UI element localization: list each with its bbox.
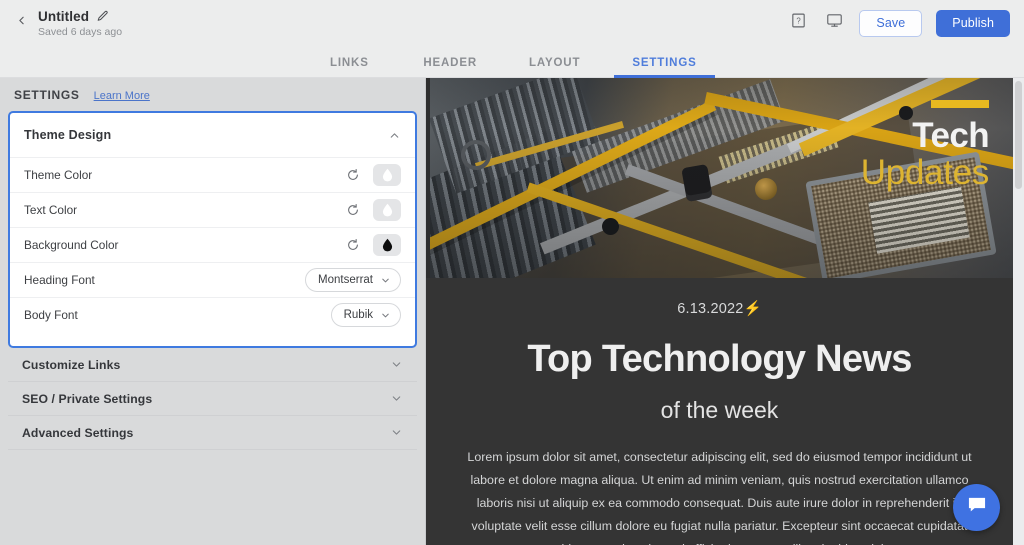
row-background-color: Background Color	[10, 227, 415, 262]
page-title: Untitled	[38, 9, 89, 24]
section-title: Advanced Settings	[22, 426, 133, 440]
hero-brand-block: Tech Updates	[861, 100, 989, 193]
brand-line-tech: Tech	[861, 118, 989, 153]
svg-text:?: ?	[796, 16, 801, 25]
background-color-label: Background Color	[24, 238, 118, 252]
chevron-down-icon	[380, 275, 391, 286]
row-body-font: Body Font Rubik	[10, 297, 415, 332]
section-advanced-settings[interactable]: Advanced Settings	[8, 416, 417, 450]
chevron-down-icon[interactable]	[390, 392, 403, 405]
article-date: 6.13.2022⚡	[456, 300, 983, 317]
article-headline: Top Technology News	[456, 339, 983, 381]
theme-color-swatch[interactable]	[373, 164, 401, 186]
theme-design-card: Theme Design Theme Color	[8, 111, 417, 348]
chevron-down-icon[interactable]	[390, 426, 403, 439]
brand-line-updates: Updates	[861, 153, 989, 193]
theme-color-label: Theme Color	[24, 168, 92, 182]
body-font-value: Rubik	[344, 309, 373, 321]
droplet-icon	[381, 203, 394, 217]
top-bar-actions: ? Save Publish	[787, 10, 1010, 37]
question-mark-icon: ?	[790, 12, 807, 34]
hero-left-edge	[426, 78, 430, 278]
body-font-select[interactable]: Rubik	[331, 303, 401, 327]
section-customize-links[interactable]: Customize Links	[8, 348, 417, 382]
main-tabs: LINKS HEADER LAYOUT SETTINGS	[0, 46, 1024, 78]
preview-content: Tech Updates 6.13.2022⚡ Top Technology N…	[426, 78, 1013, 545]
theme-design-title: Theme Design	[24, 128, 111, 142]
reset-icon[interactable]	[346, 203, 360, 217]
section-title: Customize Links	[22, 358, 120, 372]
text-color-label: Text Color	[24, 203, 77, 217]
chevron-down-icon[interactable]	[390, 358, 403, 371]
settings-header: SETTINGS Learn More	[8, 88, 417, 111]
settings-heading: SETTINGS	[14, 88, 80, 102]
saved-status: Saved 6 days ago	[38, 26, 122, 38]
tab-settings[interactable]: SETTINGS	[606, 57, 722, 78]
collapsed-sections: Customize Links SEO / Private Settings A…	[8, 348, 417, 450]
accent-bar	[931, 100, 989, 108]
back-button[interactable]	[8, 10, 34, 36]
help-button[interactable]: ?	[787, 12, 809, 34]
heading-font-value: Montserrat	[318, 274, 373, 286]
article-body-text: Lorem ipsum dolor sit amet, consectetur …	[460, 446, 980, 545]
publish-button[interactable]: Publish	[936, 10, 1010, 37]
tab-layout[interactable]: LAYOUT	[503, 57, 606, 78]
body-font-label: Body Font	[24, 308, 78, 322]
app-root: Untitled Saved 6 days ago ? Save Publish	[0, 0, 1024, 545]
reset-icon[interactable]	[346, 238, 360, 252]
background-color-swatch[interactable]	[373, 234, 401, 256]
row-theme-color: Theme Color	[10, 157, 415, 192]
section-seo-private-settings[interactable]: SEO / Private Settings	[8, 382, 417, 416]
heading-font-label: Heading Font	[24, 273, 95, 287]
hero-banner: Tech Updates	[426, 78, 1013, 278]
article-subhead: of the week	[456, 397, 983, 424]
heading-font-select[interactable]: Montserrat	[305, 268, 401, 292]
row-heading-font: Heading Font Montserrat	[10, 262, 415, 297]
theme-design-header[interactable]: Theme Design	[10, 113, 415, 157]
chat-support-button[interactable]	[953, 484, 1000, 531]
chevron-left-icon	[15, 14, 28, 32]
text-color-swatch[interactable]	[373, 199, 401, 221]
article-block: 6.13.2022⚡ Top Technology News of the we…	[426, 278, 1013, 545]
droplet-icon	[381, 238, 394, 252]
document-title-block: Untitled Saved 6 days ago	[38, 9, 122, 38]
preview-scrollbar-thumb[interactable]	[1015, 81, 1022, 189]
chevron-down-icon	[380, 310, 391, 321]
tab-links[interactable]: LINKS	[301, 57, 397, 78]
pencil-icon[interactable]	[96, 10, 109, 23]
reset-icon[interactable]	[346, 168, 360, 182]
body-wrapper: SETTINGS Learn More Theme Design Theme C…	[0, 78, 1024, 545]
site-preview-pane: Tech Updates 6.13.2022⚡ Top Technology N…	[425, 78, 1024, 545]
droplet-icon	[381, 168, 394, 182]
chevron-up-icon[interactable]	[388, 129, 401, 142]
settings-panel: SETTINGS Learn More Theme Design Theme C…	[0, 78, 425, 545]
card-bottom-padding	[10, 332, 415, 346]
top-bar: Untitled Saved 6 days ago ? Save Publish	[0, 0, 1024, 46]
save-button[interactable]: Save	[859, 10, 922, 37]
learn-more-link[interactable]: Learn More	[94, 90, 150, 102]
monitor-icon	[826, 12, 843, 34]
section-title: SEO / Private Settings	[22, 392, 152, 406]
preview-device-button[interactable]	[823, 12, 845, 34]
tab-header[interactable]: HEADER	[397, 57, 503, 78]
row-text-color: Text Color	[10, 192, 415, 227]
chat-bubble-icon	[966, 494, 988, 521]
